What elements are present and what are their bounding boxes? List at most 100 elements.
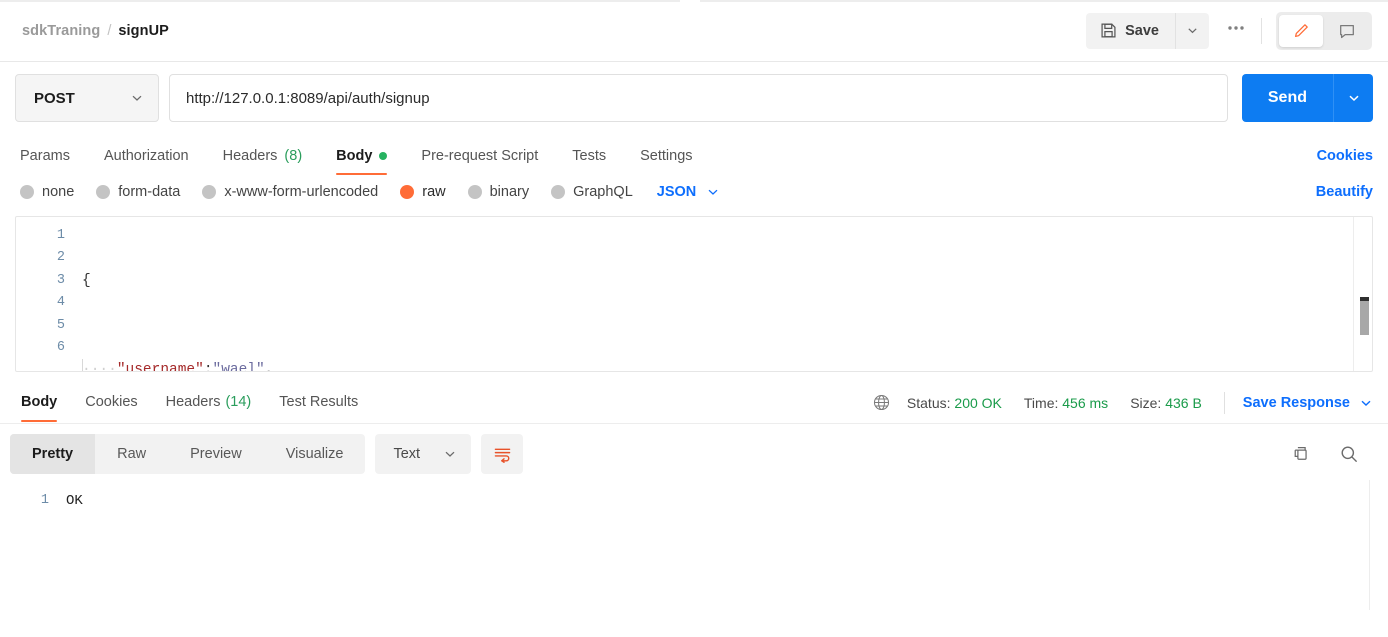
save-options-caret[interactable] [1175,12,1209,49]
floppy-disk-icon [1100,22,1117,39]
word-wrap-button[interactable] [481,434,524,474]
view-mode-raw[interactable]: Raw [95,434,168,474]
json-comma: , [264,362,274,372]
json-colon: : [203,362,213,372]
editor-scrollbar-thumb[interactable] [1360,301,1369,335]
radio-icon [202,185,217,199]
chevron-down-icon [1347,91,1361,105]
body-type-none-label: none [42,184,75,200]
line-number: 4 [56,295,65,311]
body-format-select[interactable]: JSON [657,184,721,200]
tab-authorization[interactable]: Authorization [87,148,206,175]
save-button-label: Save [1125,22,1159,39]
tab-settings[interactable]: Settings [623,148,709,175]
response-format-select[interactable]: Text [375,434,472,474]
line-number: 1 [40,493,49,508]
radio-icon [551,185,566,199]
save-response-label: Save Response [1242,394,1350,411]
response-view-modes: Pretty Raw Preview Visualize [10,434,366,474]
response-tab-test-results[interactable]: Test Results [265,383,372,422]
view-mode-visualize[interactable]: Visualize [264,434,366,474]
response-body-viewer[interactable]: 1 OK [0,480,1388,610]
line-number: 6 [56,339,65,355]
radio-selected-icon [400,185,415,199]
view-mode-preview[interactable]: Preview [168,434,264,474]
response-toolbar: Pretty Raw Preview Visualize Text [0,424,1388,484]
editor-code-area[interactable]: { ····"username":"wael", ····"email":"wa… [74,217,1372,371]
beautify-link[interactable]: Beautify [1316,184,1373,200]
response-right-rule [1369,480,1370,610]
save-response-button[interactable]: Save Response [1243,395,1373,411]
body-type-urlencoded[interactable]: x-www-form-urlencoded [202,184,378,200]
chevron-down-icon [1186,24,1199,37]
chevron-down-icon [130,91,144,105]
edit-mode-button[interactable] [1279,14,1323,47]
radio-icon [96,185,111,199]
tab-pre-request-script-label: Pre-request Script [421,148,539,164]
response-meta: Status: 200 OK Time: 456 ms Size: 436 B … [872,391,1373,414]
code-line[interactable]: { [74,270,1372,292]
body-type-graphql[interactable]: GraphQL [551,184,633,200]
radio-icon [20,185,34,199]
send-options-caret[interactable] [1333,74,1373,122]
cookies-link[interactable]: Cookies [1317,148,1373,175]
meta-divider [1223,391,1225,414]
body-type-form-data[interactable]: form-data [96,184,180,200]
search-response-button[interactable] [1339,444,1359,464]
breadcrumb-request-name[interactable]: signUP [118,23,169,39]
view-toggle-group [1276,11,1372,50]
code-line[interactable]: ····"username":"wael", [74,359,1372,372]
ellipsis-icon [1226,24,1246,32]
indent-dots: ···· [82,362,117,372]
body-type-binary-label: binary [489,184,530,200]
editor-scrollbar[interactable] [1360,297,1369,335]
comment-icon [1338,22,1356,40]
comment-mode-button[interactable] [1325,15,1369,47]
pencil-icon [1292,22,1310,40]
tab-headers-count: (8) [284,148,303,164]
send-button-group: Send [1241,74,1373,122]
body-type-graphql-label: GraphQL [573,184,633,200]
json-key: "username" [116,362,204,372]
send-button[interactable]: Send [1241,74,1333,122]
search-icon [1339,444,1359,464]
response-body-text: OK [66,493,83,509]
response-tab-body[interactable]: Body [15,383,71,422]
copy-icon [1292,445,1311,464]
tab-strip-remnant [0,0,1388,2]
save-button[interactable]: Save [1086,12,1175,49]
tab-params-label: Params [20,148,70,164]
line-number: 3 [56,272,65,288]
view-mode-pretty[interactable]: Pretty [10,434,96,474]
tab-params[interactable]: Params [15,148,87,175]
request-tabs: Params Authorization Headers (8) Body Pr… [0,133,1388,175]
size-label: Size: [1130,394,1162,411]
response-format-label: Text [393,446,421,462]
request-body-editor[interactable]: 1 2 3 4 5 6 { ····"username":"wael", ···… [15,216,1373,372]
response-tab-body-label: Body [21,394,58,410]
response-toolbar-right [1292,444,1373,464]
body-type-none[interactable]: none [20,184,74,200]
tab-tests[interactable]: Tests [555,148,623,175]
body-type-raw[interactable]: raw [400,184,446,200]
tab-authorization-label: Authorization [103,148,189,164]
json-value: "wael" [212,362,265,372]
word-wrap-icon [493,446,512,463]
tab-headers[interactable]: Headers (8) [206,148,320,175]
http-method-select[interactable]: POST [15,74,159,122]
app-header: sdkTraning / signUP Save [0,0,1388,62]
body-type-urlencoded-label: x-www-form-urlencoded [224,184,379,200]
more-actions-button[interactable] [1219,13,1253,49]
status-value: 200 OK [954,394,1002,411]
response-tab-headers[interactable]: Headers (14) [152,383,266,422]
request-url-input[interactable] [169,74,1228,122]
tab-headers-label: Headers [222,148,278,164]
copy-response-button[interactable] [1292,445,1311,464]
response-tab-test-results-label: Test Results [279,394,359,410]
tab-body[interactable]: Body [319,148,404,175]
breadcrumb-collection[interactable]: sdkTraning [22,23,100,39]
body-type-binary[interactable]: binary [467,184,530,200]
response-tab-cookies[interactable]: Cookies [71,383,151,422]
body-present-indicator-dot [379,152,388,160]
tab-pre-request-script[interactable]: Pre-request Script [404,148,555,175]
